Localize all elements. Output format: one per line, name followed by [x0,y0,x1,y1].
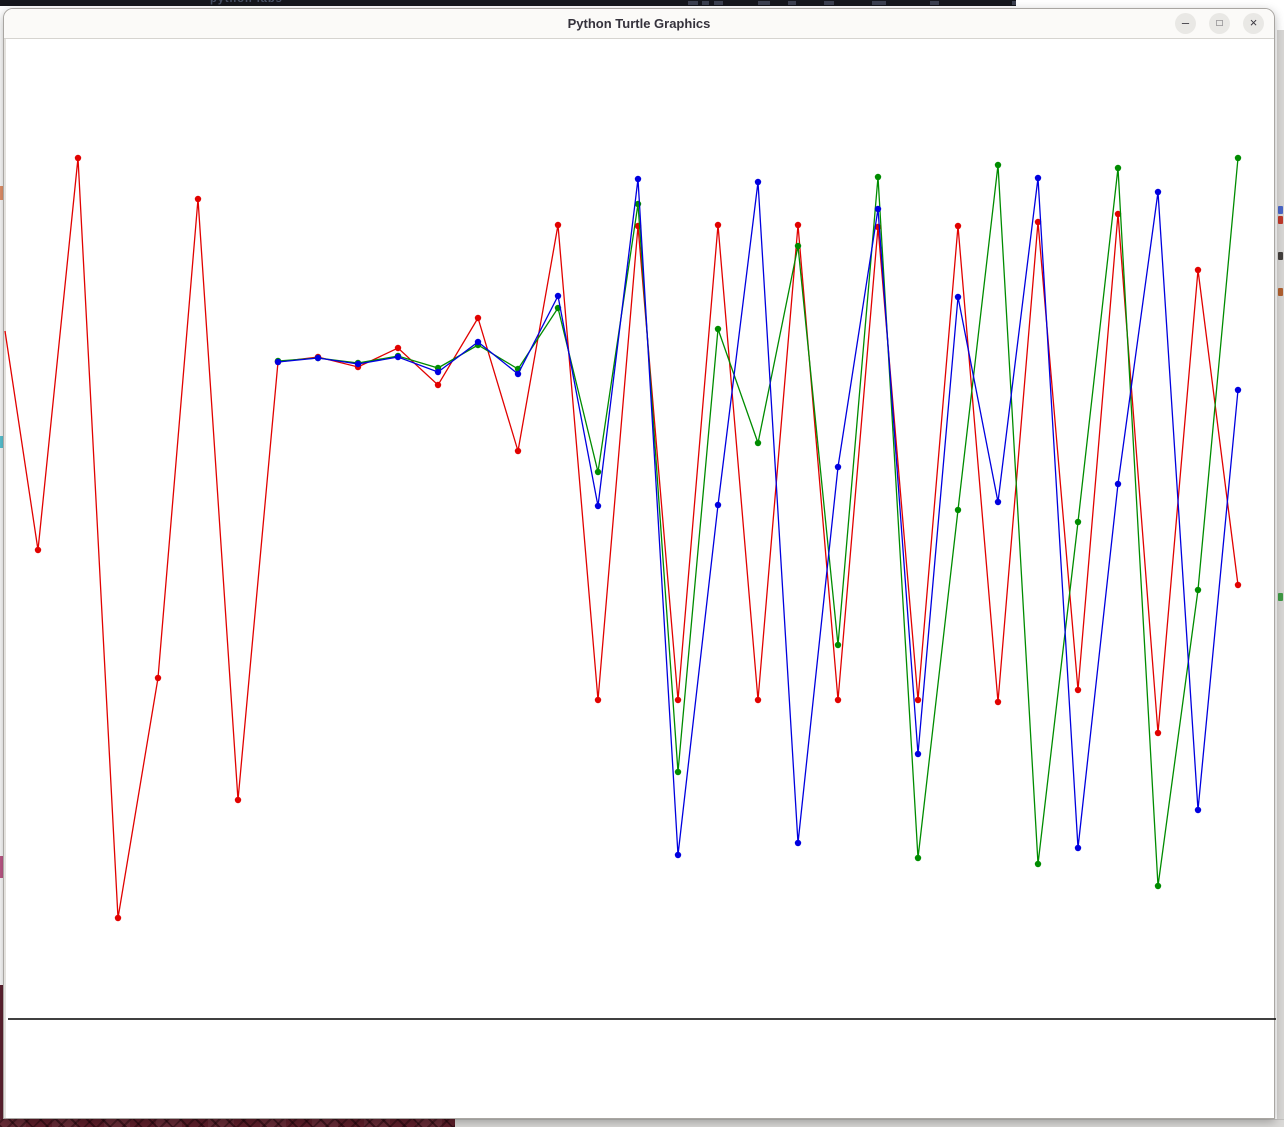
turtle-graphics-window: Python Turtle Graphics – □ × [3,8,1275,1119]
background-icon-fragment [758,1,770,5]
maximize-icon: □ [1216,18,1222,29]
background-panel-icon [1278,216,1283,224]
background-icon-fragment [872,1,886,5]
background-panel-icon [1278,593,1283,601]
turtle-canvas [4,39,1274,1118]
maximize-button[interactable]: □ [1209,13,1230,34]
background-icon-fragment [788,1,796,5]
background-icon-fragment [824,1,834,5]
minimize-icon: – [1182,15,1189,30]
background-panel-icon [1278,288,1283,296]
window-title-bar[interactable]: Python Turtle Graphics – □ × [4,9,1274,39]
window-title: Python Turtle Graphics [4,9,1274,38]
desktop-wallpaper-strip [0,1119,455,1127]
close-icon: × [1250,15,1258,30]
minimize-button[interactable]: – [1175,13,1196,34]
background-icon-fragment [688,1,698,5]
background-icon-fragment [1012,1,1016,5]
background-top-window-strip: python labs [0,0,1016,6]
background-panel-icon [1278,206,1283,214]
background-panel-icon [1278,252,1283,260]
background-bottom-window-strip [455,1119,1284,1127]
window-controls: – □ × [1175,13,1264,34]
background-window-title-fragment: python labs [210,0,283,5]
background-icon-fragment [930,1,939,5]
close-button[interactable]: × [1243,13,1264,34]
background-right-panel-strip [1277,30,1284,1127]
background-icon-fragment [702,1,709,5]
background-icon-fragment [714,1,723,5]
